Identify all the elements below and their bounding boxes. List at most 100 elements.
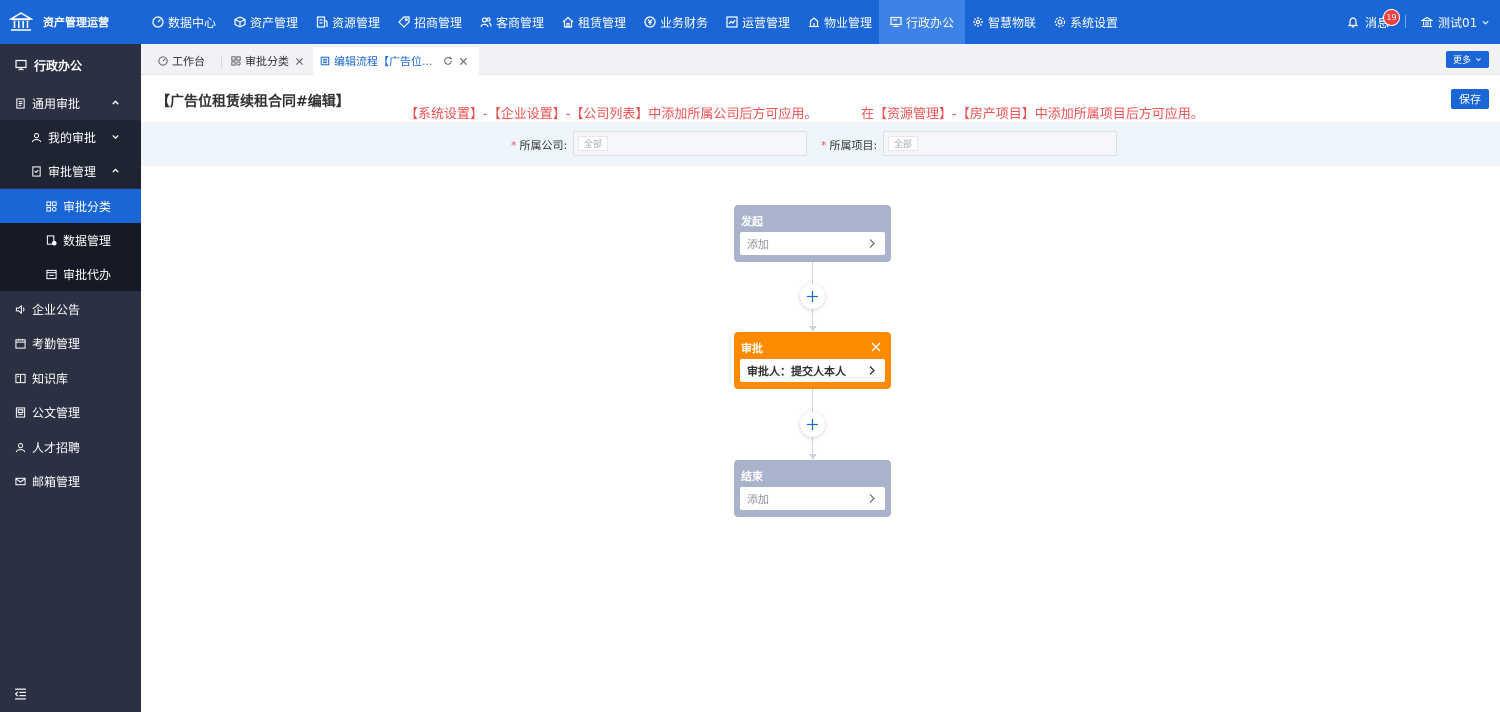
node-add-field[interactable]: 添加 [740,232,885,255]
chevron-up-icon [112,100,119,105]
sidebar-item-documents[interactable]: 公文管理 [0,395,141,429]
nav-item-system-settings[interactable]: 系统设置 [1054,0,1118,44]
sidebar-item-label: 通用审批 [32,96,81,111]
currency-icon [644,16,656,28]
todo-icon [46,269,57,279]
nav-item-business-finance[interactable]: 业务财务 [644,0,708,44]
chevron-up-icon [112,168,119,173]
sidebar-item-data-management[interactable]: 数据管理 [0,223,141,257]
company-label: * 所属公司: [511,137,567,153]
required-mark: * [821,139,827,152]
sidebar-item-approval-categories[interactable]: 审批分类 [0,189,141,223]
nav-item-lease-management[interactable]: 租赁管理 [562,0,626,44]
iot-icon [973,17,983,27]
node-body-text: 审批人：提交人本人 [747,364,846,378]
document-icon [320,56,330,66]
messages-button[interactable]: 消息 [1347,0,1389,44]
sidebar-item-mailbox[interactable]: 邮箱管理 [0,464,141,498]
close-icon[interactable] [459,57,468,66]
sidebar-item-announcements[interactable]: 企业公告 [0,292,141,326]
add-node-button[interactable] [800,412,825,437]
nav-label: 客商管理 [496,15,545,30]
tab-label: 审批分类 [245,55,289,68]
chevron-right-icon [869,239,875,248]
file-icon [15,406,26,418]
nav-item-operations-management[interactable]: 运营管理 [726,0,790,44]
node-body-text: 添加 [747,492,769,506]
project-select[interactable]: 全部 [883,131,1117,156]
sidebar-title: 行政办公 [0,44,141,86]
sidebar-item-general-approval[interactable]: 通用审批 [0,86,141,120]
nav-label: 招商管理 [414,15,463,30]
sidebar-title-label: 行政办公 [34,58,83,73]
nav-label: 运营管理 [742,15,791,30]
company-select[interactable]: 全部 [573,131,807,156]
company-setup-notice: 【系统设置】-【企业设置】-【公司列表】中添加所属公司后方可应用。 [405,107,818,122]
flow-node-start: 发起 添加 [734,205,891,262]
collapse-menu-icon[interactable] [14,687,27,700]
tab-edit-flow[interactable]: 编辑流程【广告位... [313,47,479,75]
chevron-down-icon [1476,58,1481,62]
app-logo[interactable]: 资产管理运营 [0,0,140,44]
sidebar-item-label: 审批管理 [48,164,97,179]
flow-node-approval[interactable]: 审批 审批人：提交人本人 [734,332,891,389]
sidebar-item-attendance[interactable]: 考勤管理 [0,326,141,360]
chart-icon [726,16,738,28]
more-tabs-button[interactable]: 更多 [1446,51,1489,68]
tab-approval-categories[interactable]: 审批分类 [231,47,308,75]
nav-item-asset-management[interactable]: 资产管理 [234,0,298,44]
project-label-text: 所属项目: [829,139,878,152]
sidebar-item-label: 审批代办 [63,267,112,282]
chevron-down-icon [1482,20,1489,25]
divider [1405,15,1406,28]
nav-label: 智慧物联 [988,15,1037,30]
approver-field[interactable]: 审批人：提交人本人 [740,359,885,382]
tab-label: 工作台 [172,55,205,68]
required-mark: * [511,139,517,152]
home-icon [562,16,574,28]
app-name: 资产管理运营 [43,16,109,29]
gear-icon [1054,16,1066,28]
sidebar-item-approval-management[interactable]: 审批管理 [0,154,141,188]
save-button[interactable]: 保存 [1451,89,1489,109]
sidebar-item-approval-todo[interactable]: 审批代办 [0,257,141,291]
speaker-icon [15,304,25,314]
nav-item-property-management[interactable]: 物业管理 [808,0,872,44]
nav-item-merchant-management[interactable]: 客商管理 [480,0,544,44]
people-icon [480,17,492,28]
chevron-right-icon [869,366,875,375]
add-node-button[interactable] [800,284,825,309]
sidebar-item-recruitment[interactable]: 人才招聘 [0,430,141,464]
node-add-field[interactable]: 添加 [740,487,885,510]
tab-label: 编辑流程【广告位... [334,55,433,68]
bell-icon [1347,17,1359,28]
nav-label: 系统设置 [1070,15,1119,30]
sidebar-item-my-approvals[interactable]: 我的审批 [0,120,141,154]
nav-item-data-center[interactable]: 数据中心 [152,0,216,44]
close-icon[interactable] [295,57,304,66]
close-icon[interactable] [871,342,881,352]
chevron-right-icon [869,494,875,503]
user-menu[interactable]: 测试01 [1421,0,1490,44]
monitor-icon [15,59,27,71]
dashboard-icon [158,56,168,66]
sidebar-item-label: 邮箱管理 [32,474,81,489]
sidebar-item-label: 审批分类 [63,199,112,214]
nav-label: 行政办公 [906,15,955,30]
refresh-icon[interactable] [443,56,453,66]
nav-label: 物业管理 [824,15,873,30]
nav-label: 资源管理 [332,15,381,30]
flow-arrow [809,326,817,331]
bank-icon [1421,16,1433,28]
nav-item-smart-iot[interactable]: 智慧物联 [972,0,1036,44]
grid-icon [46,200,57,212]
node-title: 审批 [741,342,763,355]
nav-label: 数据中心 [168,15,217,30]
tab-workbench[interactable]: 工作台 [158,47,205,75]
more-label: 更多 [1452,56,1471,66]
sidebar-item-knowledge-base[interactable]: 知识库 [0,361,141,395]
nav-item-investment-management[interactable]: 招商管理 [398,0,462,44]
mail-icon [15,477,26,485]
nav-item-resource-management[interactable]: 资源管理 [316,0,380,44]
nav-item-admin-office[interactable]: 行政办公 [879,0,966,44]
